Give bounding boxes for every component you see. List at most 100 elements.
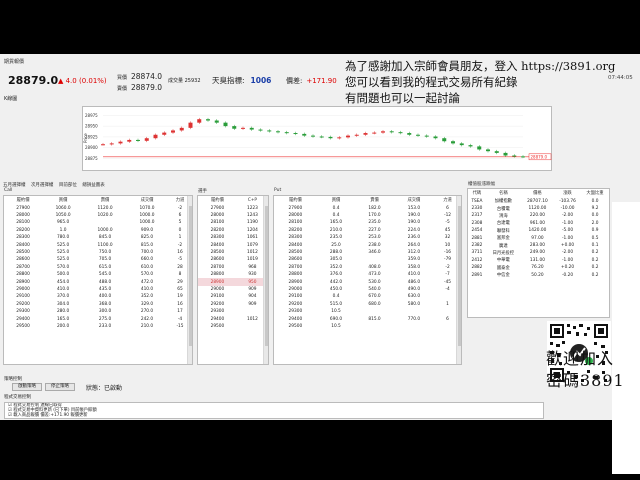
put-scrollbar[interactable] [456,196,461,364]
table-cell: 28300 [210,235,225,241]
table-row[interactable]: 28900 950 [198,278,268,286]
table-row[interactable]: 29500 10.5 [274,323,461,330]
put-table-panel[interactable]: 履約價 買價 賣價 成交價 力道 27900 0.4 182.0 153.0 6 28000 0.4 1… [273,195,462,365]
table-row[interactable]: 28900 454.0 488.0 472.0 29 [4,278,192,285]
table-row[interactable]: 28800 930 [198,271,268,278]
table-row[interactable]: 28000 1050.0 1020.0 1000.0 6 [4,212,192,219]
table-row[interactable]: TSEA 加權指數 28707.10 -103.76 0.0 [468,198,609,205]
table-row[interactable]: 29100 370.0 400.0 352.0 19 [4,293,192,300]
table-row[interactable]: 2891 中信金 50.20 -0.20 0.2 [468,271,609,279]
table-row[interactable]: 28600 1019 [198,256,268,263]
mid-scrollbar[interactable] [263,196,268,364]
table-row[interactable]: 2317 鴻海 220.00 -2.00 0.0 [468,212,609,219]
column-header[interactable]: 賣價 [355,196,394,205]
column-header[interactable]: 買價 [42,196,84,205]
table-row[interactable]: 2412 中華電 131.00 -1.00 0.2 [468,257,609,264]
column-header[interactable]: 買價 [317,196,356,205]
table-row[interactable]: 29400 1012 [198,315,268,322]
table-row[interactable]: 28100 165.0 235.0 190.0 -5 [274,219,461,226]
table-row[interactable]: 28300 235.0 253.0 236.0 32 [274,234,461,241]
call-scrollbar[interactable] [187,196,192,364]
table-row[interactable]: 28600 305.0 359.0 -79 [274,256,461,263]
call-table: 履約價 買價 賣價 成交價 力道 27900 1060.0 1120.0 1070.0 -2 280… [4,196,192,330]
table-row[interactable]: 29500 200.0 233.0 210.0 -15 [4,323,192,330]
tab-next-month[interactable]: 次月選擇權 [31,183,54,188]
call-table-panel[interactable]: 履約價 買價 賣價 成交價 力道 27900 1060.0 1120.0 1070.0 -2 280… [3,195,193,365]
column-header[interactable]: 成交價 [394,196,434,205]
column-header[interactable]: 漲跌 [554,189,581,198]
table-row[interactable]: 29300 280.0 300.0 270.0 17 [4,308,192,315]
table-row[interactable]: 2454 聯發科 1420.00 -5.00 0.9 [468,227,609,234]
table-row[interactable]: 2882 國泰金 76.20 +0.20 0.2 [468,264,609,271]
table-row[interactable]: 29000 909 [198,286,268,293]
mid-table-panel[interactable]: 履約價 C+P 27900 1223 28000 1243 28100 1190 28200 12… [197,195,269,365]
table-row[interactable]: 28900 442.0 530.0 486.0 -45 [274,278,461,285]
start-strategy-button[interactable]: 啟動策略 [12,383,42,391]
tab-positions[interactable]: 目前部位 [59,183,77,188]
table-row[interactable]: 29200 515.0 680.0 580.0 1 [274,301,461,308]
table-row[interactable]: 2382 廣達 283.00 +0.00 0.1 [468,242,609,249]
column-header[interactable]: 價格 [521,189,554,198]
table-row[interactable]: 28200 1204 [198,227,268,234]
table-row[interactable]: 28500 288.0 346.0 312.0 -16 [274,249,461,256]
ask-label: 賣價 [117,86,128,92]
stocks-panel[interactable]: 代碼 名稱 價格 漲跌 大盤比重 TSEA 加權指數 28707.10 -103.76 0.0 23… [467,188,610,318]
table-cell: 29400 [16,316,30,322]
table-row[interactable]: 2308 台達電 961.00 -1.00 2.0 [468,220,609,227]
table-row[interactable]: 28400 25.0 238.0 264.0 10 [274,241,461,248]
table-cell: 29200 [210,301,225,307]
price-chart[interactable]: Price 28975 28950 28925 28900 28875 28879.0 [82,106,552,171]
table-row[interactable]: 28800 376.0 473.0 410.0 -7 [274,271,461,278]
table-row[interactable]: 29200 304.0 368.0 329.0 16 [4,301,192,308]
table-row[interactable]: 28500 525.0 750.0 700.0 16 [4,249,192,256]
table-row[interactable]: 29200 909 [198,301,268,308]
tab-pnl-chart[interactable]: 總損益圖表 [82,183,105,188]
table-row[interactable]: 29100 904 [198,293,268,300]
table-row[interactable]: 2330 台積電 1120.00 -10.00 9.2 [468,205,609,212]
table-row[interactable]: 28700 352.0 408.0 358.0 -2 [274,264,461,271]
column-header[interactable]: 賣價 [84,196,126,205]
column-header[interactable]: 大盤比重 [581,189,609,198]
table-row[interactable]: 29100 0.4 670.0 630.0 [274,293,461,300]
table-row[interactable]: 28700 570.0 615.0 610.0 28 [4,264,192,271]
table-cell [355,256,394,263]
table-row[interactable]: 29400 165.0 275.0 242.0 -4 [4,315,192,322]
table-row[interactable]: 29000 450.0 540.0 490.0 -4 [274,286,461,293]
table-row[interactable]: 29300 [198,308,268,315]
table-row[interactable]: 28400 525.0 1100.0 815.0 -2 [4,241,192,248]
column-header[interactable]: 代碼 [468,189,486,198]
table-row[interactable]: 29300 10.5 [274,308,461,315]
table-row[interactable]: 28700 968 [198,264,268,271]
table-row[interactable]: 29000 410.0 435.0 410.0 65 [4,286,192,293]
candle-body [101,144,105,146]
table-row[interactable]: 3711 日月光投控 249.00 -2.00 0.2 [468,249,609,256]
table-row[interactable]: 28200 1.0 1000.0 909.0 0 [4,227,192,234]
table-row[interactable]: 27900 1223 [198,205,268,212]
table-row[interactable]: 28000 1243 [198,212,268,219]
table-row[interactable]: 28300 780.0 845.0 825.0 1 [4,234,192,241]
column-header[interactable]: 成交價 [126,196,168,205]
column-header[interactable]: 履約價 [274,196,317,205]
table-row[interactable]: 2881 富邦金 97.00 -1.00 0.5 [468,234,609,242]
table-cell: 29300 [288,309,303,315]
log-box[interactable]: ☑ 程式交易控制 連線已取得 ☑ 程式交易中資料更新 (已下單) 目前帳戶餘額 … [4,402,544,419]
table-cell: 28500 [210,250,225,256]
table-row[interactable]: 28100 965.0 1000.0 5 [4,219,192,226]
table-row[interactable]: 28000 0.4 170.0 190.0 -12 [274,212,461,219]
table-row[interactable]: 27900 1060.0 1120.0 1070.0 -2 [4,205,192,212]
table-row[interactable]: 28600 525.0 705.0 660.0 -5 [4,256,192,263]
column-header[interactable]: 名稱 [486,189,521,198]
column-header[interactable]: 履約價 [198,196,237,205]
table-row[interactable]: 28400 1079 [198,241,268,248]
table-row[interactable]: 29400 690.0 815.0 770.0 6 [274,315,461,322]
column-header[interactable]: 履約價 [4,196,42,205]
table-row[interactable]: 28300 1061 [198,234,268,241]
table-cell: 690.0 [329,316,343,322]
table-row[interactable]: 28100 1190 [198,219,268,226]
table-row[interactable]: 29500 [198,323,268,330]
table-row[interactable]: 27900 0.4 182.0 153.0 6 [274,205,461,212]
table-row[interactable]: 28500 1012 [198,249,268,256]
stop-strategy-button[interactable]: 停止策略 [45,383,75,391]
table-row[interactable]: 28800 500.0 545.0 570.0 8 [4,271,192,278]
table-row[interactable]: 28200 210.0 227.0 224.0 45 [274,227,461,234]
